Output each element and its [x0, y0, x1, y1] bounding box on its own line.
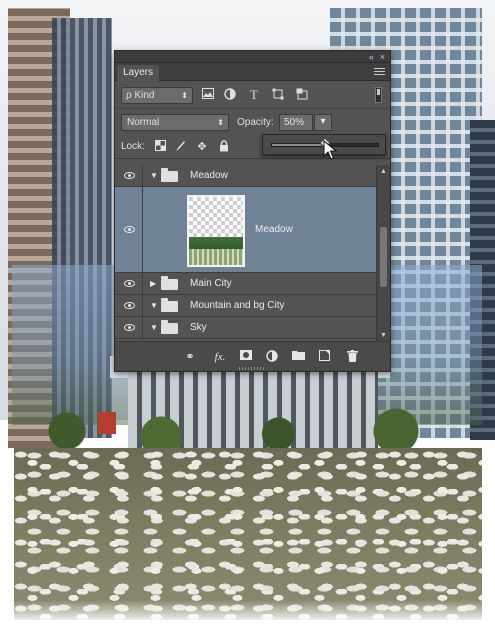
trees-band [20, 395, 490, 455]
eye-icon [124, 279, 135, 287]
eye-icon [124, 225, 135, 233]
eye-icon [124, 323, 135, 331]
panel-title-bar[interactable]: « × [115, 51, 390, 63]
delete-icon[interactable] [345, 350, 359, 364]
panel-bottom-toolbar: ⚭ fx. [115, 341, 390, 371]
select-arrows-icon: ⬍ [217, 118, 224, 127]
folder-icon [161, 298, 178, 312]
select-arrows-icon: ⬍ [181, 91, 188, 100]
lock-image-pixels-icon[interactable] [173, 140, 187, 154]
visibility-toggle[interactable] [115, 295, 143, 316]
blend-row: Normal ⬍ Opacity: 50% ▾ [115, 109, 390, 135]
scroll-down-icon[interactable]: ▼ [380, 332, 387, 339]
layer-name: Main City [190, 278, 232, 289]
layer-list: ▼ Meadow Meadow ▶ Main City ▼ Mountain a… [115, 165, 376, 342]
visibility-toggle[interactable] [115, 187, 143, 272]
add-mask-icon[interactable] [239, 350, 253, 364]
layer-filter-row: ρ Kind ⬍ T [115, 81, 390, 109]
scroll-up-icon[interactable]: ▲ [380, 168, 387, 175]
lock-position-icon[interactable]: ✥ [195, 140, 209, 154]
opacity-slider-fill [272, 144, 325, 146]
layer-name: Mountain and bg City [190, 300, 285, 311]
layer-row-group[interactable]: ▼ Sky [115, 317, 376, 339]
panel-menu-icon[interactable] [374, 66, 385, 76]
opacity-dropdown-button[interactable]: ▾ [314, 114, 332, 131]
scrollbar-thumb[interactable] [380, 227, 387, 287]
new-group-icon[interactable] [291, 350, 305, 364]
red-sign [98, 412, 116, 434]
layer-name: Meadow [255, 224, 293, 235]
adjustment-filter-icon[interactable] [223, 88, 237, 102]
new-layer-icon[interactable] [317, 350, 331, 364]
layer-name: Sky [190, 322, 207, 333]
visibility-toggle[interactable] [115, 317, 143, 338]
adjustment-layer-icon[interactable] [265, 350, 279, 364]
eye-icon [124, 171, 135, 179]
folder-icon [161, 320, 178, 334]
layer-list-scrollbar[interactable]: ▲ ▼ [376, 165, 390, 342]
opacity-label: Opacity: [237, 117, 274, 128]
layer-row-group[interactable]: ▼ Meadow [115, 165, 376, 187]
expand-toggle-icon[interactable]: ▼ [150, 323, 158, 333]
close-icon[interactable]: × [380, 51, 385, 63]
tab-layers[interactable]: Layers [117, 65, 160, 81]
collapse-icon[interactable]: « [369, 51, 374, 63]
eye-icon [124, 301, 135, 309]
filter-kind-label: ρ Kind [126, 90, 155, 101]
type-filter-icon[interactable]: T [247, 88, 261, 102]
screenshot-canvas: « × Layers ρ Kind ⬍ T Normal ⬍ Opacity: … [0, 0, 495, 626]
lock-label: Lock: [121, 141, 145, 152]
lock-all-icon[interactable] [217, 140, 231, 154]
tab-bar: Layers [115, 63, 390, 81]
mouse-pointer-icon [323, 140, 337, 160]
expand-toggle-icon[interactable]: ▼ [150, 171, 158, 181]
layer-row-group[interactable]: ▶ Main City [115, 273, 376, 295]
layers-panel: « × Layers ρ Kind ⬍ T Normal ⬍ Opacity: … [114, 50, 391, 372]
blend-mode-select[interactable]: Normal ⬍ [121, 114, 229, 131]
filter-toggle[interactable] [375, 87, 382, 103]
visibility-toggle[interactable] [115, 165, 143, 186]
visibility-toggle[interactable] [115, 273, 143, 294]
folder-icon [161, 168, 178, 182]
fx-icon[interactable]: fx. [211, 350, 229, 364]
blend-mode-value: Normal [127, 117, 160, 128]
smart-object-filter-icon[interactable] [295, 88, 309, 102]
image-filter-icon[interactable] [201, 88, 215, 102]
meadow-image [14, 448, 482, 620]
shape-filter-icon[interactable] [271, 88, 285, 102]
expand-toggle-icon[interactable]: ▶ [150, 279, 156, 289]
opacity-input[interactable]: 50% [279, 114, 313, 131]
meadow-fade [0, 600, 495, 626]
filter-kind-select[interactable]: ρ Kind ⬍ [121, 87, 193, 104]
layer-thumbnail [187, 195, 245, 267]
lock-transparent-pixels-icon[interactable] [153, 140, 167, 154]
expand-toggle-icon[interactable]: ▼ [150, 301, 158, 311]
link-layers-icon[interactable]: ⚭ [183, 350, 197, 364]
layer-row-group[interactable]: ▼ Mountain and bg City [115, 295, 376, 317]
folder-icon [161, 276, 178, 290]
layer-row-selected[interactable]: Meadow [115, 187, 376, 273]
resize-grip[interactable] [239, 367, 265, 370]
layer-name: Meadow [190, 170, 228, 181]
